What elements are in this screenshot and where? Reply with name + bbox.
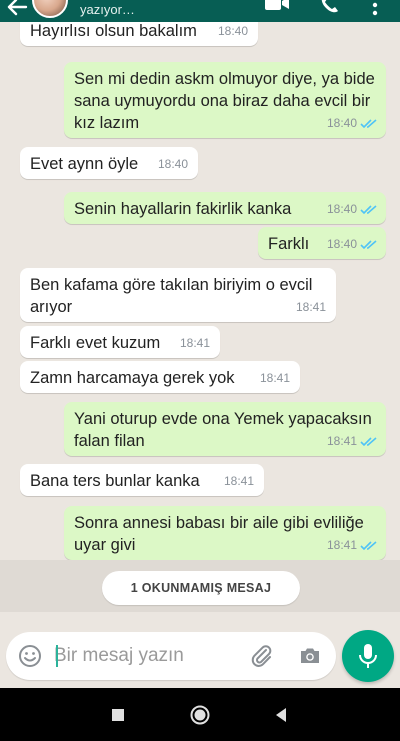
message-incoming[interactable]: Evet aynn öyle 18:40: [20, 147, 198, 179]
message-time: 18:41: [295, 300, 326, 314]
message-outgoing[interactable]: Yani oturup evde ona Yemek yapacaksın fa…: [64, 402, 386, 456]
message-outgoing[interactable]: Farklı 18:40: [258, 227, 386, 259]
message-text: Ben kafama göre takılan biriyim o evcil …: [30, 276, 313, 316]
system-navigation-bar: [0, 688, 400, 741]
message-time: 18:40: [326, 116, 357, 130]
message-time: 18:41: [326, 538, 357, 552]
message-time: 18:40: [157, 157, 188, 171]
message-incoming[interactable]: Bana ters bunlar kanka 18:41: [20, 464, 264, 496]
read-ticks-icon: [360, 204, 377, 214]
back-button[interactable]: [270, 704, 292, 726]
chat-header: yazıyor…: [0, 0, 400, 22]
message-text: Evet aynn öyle: [30, 155, 139, 173]
message-time: 18:40: [326, 202, 357, 216]
camera-icon[interactable]: [298, 644, 322, 668]
message-time: 18:41: [326, 434, 357, 448]
message-incoming[interactable]: Farklı evet kuzum 18:41: [20, 326, 220, 358]
message-time: 18:41: [259, 371, 290, 385]
text-caret: [56, 645, 58, 667]
recents-button[interactable]: [107, 704, 129, 726]
more-options-icon[interactable]: [368, 0, 382, 16]
message-time: 18:41: [223, 474, 254, 488]
message-incoming[interactable]: Hayırlısı olsun bakalım 18:40: [20, 22, 258, 46]
home-button[interactable]: [189, 704, 211, 726]
message-incoming[interactable]: Zamn harcamaya gerek yok 18:41: [20, 361, 300, 393]
message-text: Senin hayallarin fakirlik kanka: [74, 200, 292, 218]
video-call-icon[interactable]: [264, 0, 290, 14]
message-time: 18:41: [179, 336, 210, 350]
message-outgoing[interactable]: Sonra annesi babası bir aile gibi evlili…: [64, 506, 386, 560]
attach-icon[interactable]: [250, 644, 274, 668]
back-arrow-icon[interactable]: [6, 0, 28, 17]
message-outgoing[interactable]: Sen mi dedin askm olmuyor diye, ya bide …: [64, 62, 386, 138]
message-text: Bana ters bunlar kanka: [30, 472, 200, 490]
emoji-icon[interactable]: [18, 644, 42, 668]
message-text: Zamn harcamaya gerek yok: [30, 369, 235, 387]
read-ticks-icon: [360, 118, 377, 128]
read-ticks-icon: [360, 436, 377, 446]
unread-messages-banner: 1 OKUNMAMIŞ MESAJ: [102, 571, 300, 605]
mic-icon: [359, 644, 377, 668]
chat-area[interactable]: Hayırlısı olsun bakalım 18:40 Sen mi ded…: [0, 22, 400, 630]
message-incoming[interactable]: Ben kafama göre takılan biriyim o evcil …: [20, 268, 336, 322]
message-composer: [6, 632, 336, 680]
contact-avatar[interactable]: [32, 0, 68, 18]
message-text: Hayırlısı olsun bakalım: [30, 22, 197, 40]
typing-status: yazıyor…: [80, 2, 135, 17]
read-ticks-icon: [360, 540, 377, 550]
read-ticks-icon: [360, 239, 377, 249]
voice-record-button[interactable]: [342, 630, 394, 682]
message-time: 18:40: [217, 24, 248, 38]
voice-call-icon[interactable]: [318, 0, 340, 16]
message-time: 18:40: [326, 237, 357, 251]
message-text: Farklı evet kuzum: [30, 334, 161, 352]
message-text: Sonra annesi babası bir aile gibi evlili…: [74, 514, 364, 554]
message-outgoing[interactable]: Senin hayallarin fakirlik kanka 18:40: [64, 192, 386, 224]
message-text: Farklı: [268, 235, 310, 253]
message-input[interactable]: [54, 632, 234, 680]
